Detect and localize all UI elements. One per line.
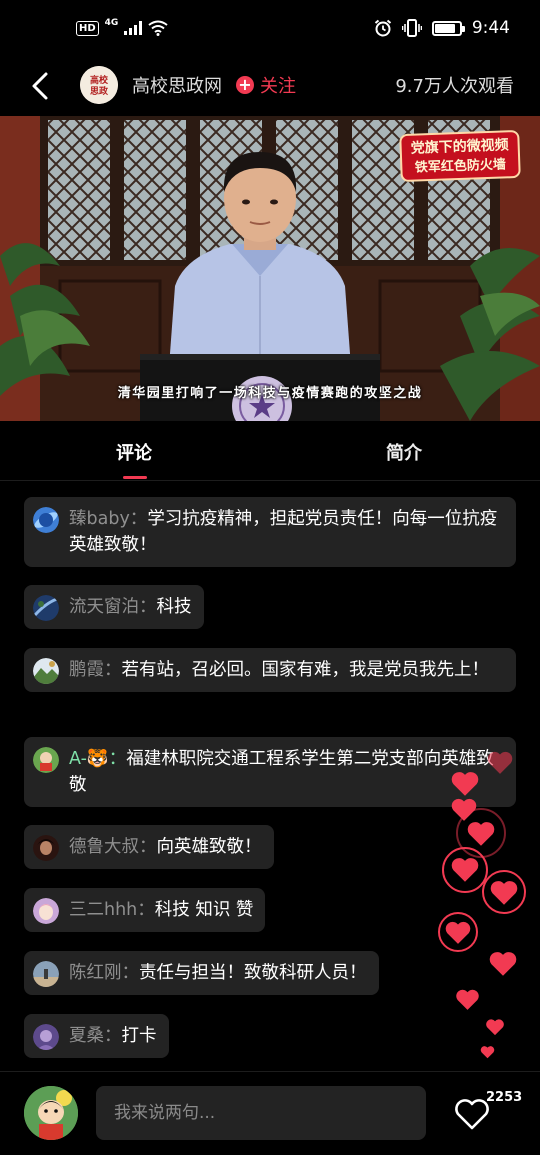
comment-username[interactable]: 三二hhh：: [69, 900, 155, 920]
channel-logo: 高校 思政: [80, 66, 118, 104]
heart-icon: [450, 856, 480, 883]
svg-text:思政: 思政: [90, 85, 109, 97]
planet-avatar[interactable]: [33, 507, 59, 533]
comment-item: 德鲁大叔：向英雄致敬！: [24, 825, 274, 869]
comment-text: 福建林职院交通工程系学生第二党支部向英雄致敬: [69, 749, 494, 795]
cartoon-avatar[interactable]: [33, 747, 59, 773]
comment-username[interactable]: 臻baby：: [69, 509, 147, 529]
channel-avatar[interactable]: 高校 思政: [80, 66, 118, 104]
user-avatar[interactable]: [24, 1086, 78, 1140]
logo-line2: 铁军红色防火墙: [414, 157, 507, 176]
comment-username[interactable]: 陈红刚：: [69, 963, 139, 983]
anime-avatar[interactable]: [33, 898, 59, 924]
vibrate-icon: [401, 19, 422, 37]
comment-item: 鹏霞：若有站，召必回。国家有难，我是党员我先上！: [24, 648, 516, 692]
comment-username[interactable]: A-🐯：: [69, 749, 126, 769]
follow-button[interactable]: + 关注: [236, 72, 296, 98]
heart-icon: [489, 879, 519, 906]
earth-avatar[interactable]: [33, 595, 59, 621]
heart-icon: [450, 770, 480, 797]
channel-name[interactable]: 高校思政网: [132, 72, 222, 98]
comment-username[interactable]: 德鲁大叔：: [69, 837, 157, 857]
comment-text: 若有站，召必回。国家有难，我是党员我先上！: [121, 660, 490, 680]
battery-fill: [434, 23, 456, 33]
comment-item: 臻baby：学习抗疫精神，担起党员责任！向每一位抗疫英雄致敬！: [24, 497, 516, 567]
comment-item: 夏桑：打卡: [24, 1014, 169, 1058]
portrait-avatar[interactable]: [33, 835, 59, 861]
svg-text:高校: 高校: [90, 74, 109, 86]
battery-icon: [431, 20, 465, 36]
tab-comments[interactable]: 评论: [116, 439, 152, 465]
top-bar: 高校 思政 高校思政网 + 关注 9.7万人次观看: [0, 58, 540, 114]
comment-text: 向英雄致敬！: [156, 837, 262, 857]
status-right: 9:44: [374, 18, 510, 38]
chevron-left-icon: [32, 72, 48, 100]
status-indicators: HD 4G: [76, 18, 168, 36]
heart-icon: [466, 820, 496, 847]
comment-item: 流天窗泊：科技: [24, 585, 204, 629]
heart-icon: [486, 750, 514, 775]
video-program-logo: 党旗下的微视频 铁军红色防火墙: [399, 129, 521, 183]
comment-item: 陈红刚：责任与担当！致敬科研人员！: [24, 951, 379, 995]
alarm-icon: [374, 19, 391, 37]
wifi-icon: [148, 20, 168, 36]
bottom-bar: 2253: [0, 1071, 540, 1155]
video-player[interactable]: 党旗下的微视频 铁军红色防火墙 清华园里打响了一场科技与疫情赛跑的攻坚之战: [0, 116, 540, 421]
photo-avatar[interactable]: [33, 961, 59, 987]
comment-username[interactable]: 鹏霞：: [69, 660, 122, 680]
signal-icon: [124, 21, 143, 35]
heart-icon: [488, 950, 518, 977]
follow-label: 关注: [260, 76, 296, 97]
tab-bar: 评论 简介: [0, 421, 540, 481]
comment-username[interactable]: 夏桑：: [69, 1026, 122, 1046]
purple-avatar[interactable]: [33, 1024, 59, 1050]
plus-icon: +: [236, 76, 254, 94]
tab-intro[interactable]: 简介: [386, 439, 422, 465]
view-count: 9.7万人次观看: [395, 76, 514, 97]
comment-item: 三二hhh：科技 知识 赞: [24, 888, 266, 932]
status-bar: HD 4G 9:44: [0, 0, 540, 58]
like-count: 2253: [486, 1090, 523, 1105]
comment-username[interactable]: 流天窗泊：: [69, 597, 157, 617]
back-button[interactable]: [26, 66, 56, 106]
landscape-avatar[interactable]: [33, 658, 59, 684]
network-type: 4G: [104, 18, 119, 28]
heart-icon: [480, 1045, 495, 1059]
comment-text: 科技: [156, 597, 192, 617]
heart-icon: [455, 988, 480, 1011]
comment-item: A-🐯：福建林职院交通工程系学生第二党支部向英雄致敬: [24, 737, 516, 807]
hd-badge: HD: [76, 20, 99, 36]
video-subtitle: 清华园里打响了一场科技与疫情赛跑的攻坚之战: [117, 386, 423, 401]
comment-text: 打卡: [121, 1026, 157, 1046]
comment-text: 责任与担当！致敬科研人员！: [139, 963, 367, 983]
comment-input[interactable]: [96, 1086, 426, 1140]
heart-icon: [444, 920, 472, 945]
heart-icon: [485, 1018, 505, 1036]
comment-text: 科技 知识 赞: [154, 900, 254, 920]
clock: 9:44: [471, 18, 510, 38]
active-tab-indicator: [123, 476, 147, 479]
